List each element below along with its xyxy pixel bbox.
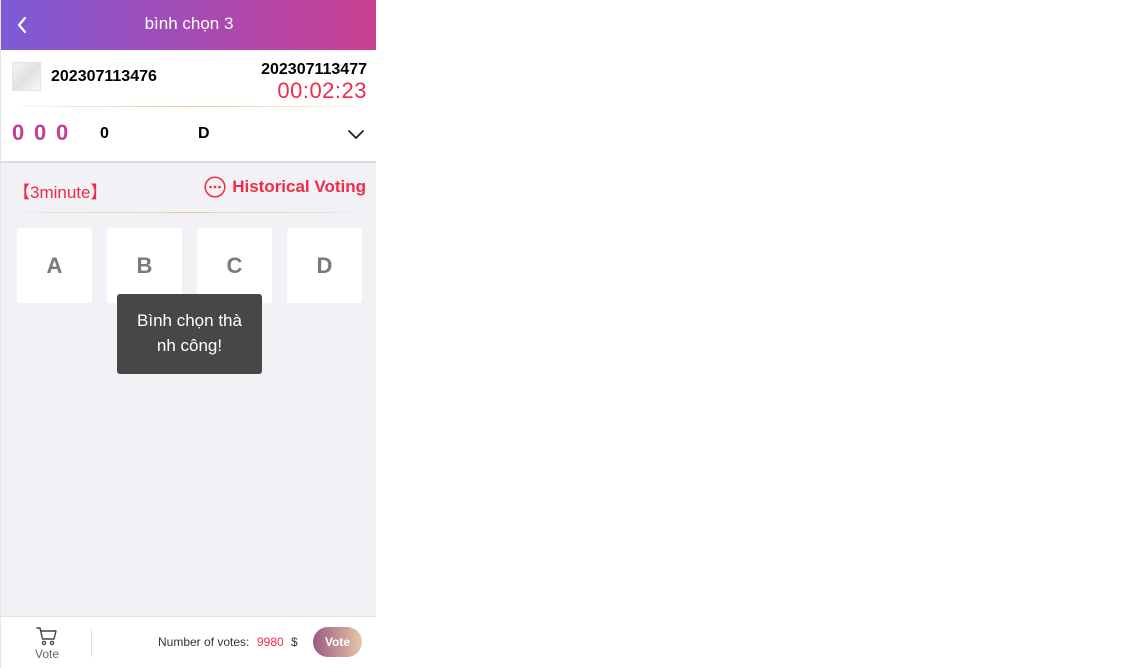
vote-button[interactable]: Vote bbox=[313, 627, 362, 657]
option-c-button[interactable]: C bbox=[197, 228, 272, 303]
more-circle-icon bbox=[204, 176, 226, 198]
last-result-row[interactable]: 0 0 0 0 D bbox=[1, 117, 376, 151]
option-a-button[interactable]: A bbox=[17, 228, 92, 303]
previous-period-number: 202307113476 bbox=[51, 68, 157, 85]
votes-unit: $ bbox=[291, 635, 298, 649]
header-bar: bình chọn 3 bbox=[1, 0, 376, 50]
vote-options: A B C D bbox=[17, 228, 367, 303]
result-sum: 0 bbox=[100, 125, 109, 142]
historical-voting-link[interactable]: Historical Voting bbox=[204, 175, 366, 199]
option-b-button[interactable]: B bbox=[107, 228, 182, 303]
cart-label: Vote bbox=[34, 647, 60, 661]
result-ball: 0 bbox=[34, 120, 47, 145]
countdown-timer: 00:02:23 bbox=[277, 78, 367, 103]
result-letter: D bbox=[198, 125, 210, 142]
bottom-bar: Vote Number of votes: 9980 $ Vote bbox=[1, 616, 376, 668]
result-ball: 0 bbox=[12, 120, 25, 145]
option-d-button[interactable]: D bbox=[287, 228, 362, 303]
game-mode-label: 【3minute】 bbox=[13, 183, 108, 202]
divider bbox=[1, 161, 376, 163]
cart-icon bbox=[36, 627, 57, 646]
success-toast: Bình chọn thành công! bbox=[117, 294, 262, 374]
chevron-down-icon[interactable] bbox=[346, 127, 366, 141]
current-period-number: 202307113477 bbox=[261, 61, 367, 78]
divider bbox=[21, 106, 357, 107]
divider bbox=[21, 212, 356, 213]
divider bbox=[91, 629, 92, 657]
votes-label: Number of votes: bbox=[158, 635, 250, 649]
period-panel: 202307113476 202307113477 00:02:23 0 0 0… bbox=[1, 50, 376, 162]
result-ball: 0 bbox=[56, 120, 69, 145]
vote-cart-button[interactable]: Vote bbox=[23, 625, 71, 665]
page-title: bình chọn 3 bbox=[144, 14, 234, 33]
historical-voting-label: Historical Voting bbox=[232, 177, 366, 196]
app-screen: bình chọn 3 202307113476 202307113477 00… bbox=[0, 0, 376, 668]
lottery-image bbox=[12, 62, 41, 91]
votes-value: 9980 bbox=[257, 635, 284, 649]
